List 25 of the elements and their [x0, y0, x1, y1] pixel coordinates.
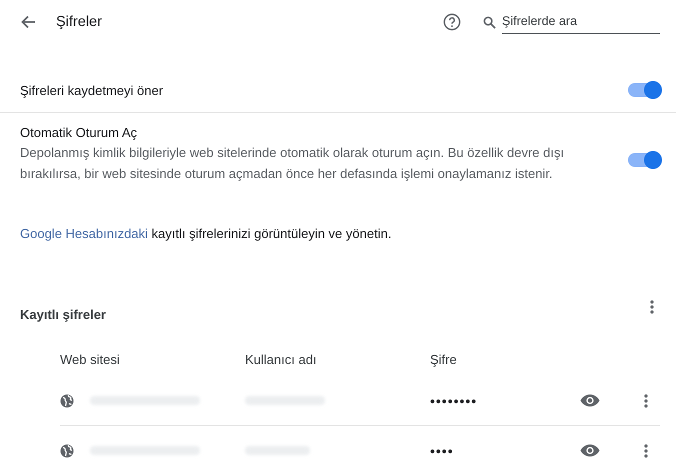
setting-description: Depolanmış kimlik bilgileriyle web sitelerinde otomatik olarak oturum açın. Bu özellik devre dışı bırakılırsa, bir web sitesinde oturum açmadan önce her defasında işlemi onaylamanız istenir.: [20, 144, 566, 183]
setting-label: Otomatik Oturum Aç: [20, 125, 138, 140]
globe-icon: [60, 444, 74, 458]
eye-icon[interactable]: [580, 394, 600, 407]
account-link[interactable]: Google Hesabınızdaki: [20, 226, 148, 241]
setting-label: Şifreleri kaydetmeyi öner: [20, 82, 164, 98]
eye-icon[interactable]: [580, 444, 600, 457]
globe-icon: [60, 394, 74, 408]
back-arrow-icon[interactable]: [20, 14, 36, 30]
column-header: Şifre: [430, 352, 457, 366]
toggle-switch[interactable]: [628, 153, 660, 167]
password-dots: ••••••••: [430, 392, 478, 408]
more-icon[interactable]: [644, 444, 648, 458]
column-header: Web sitesi: [60, 352, 121, 366]
account-note: Google Hesabınızdaki kayıtlı şifrelerinizi görüntüleyin ve yönetin.: [20, 225, 392, 243]
more-icon[interactable]: [644, 394, 648, 408]
help-icon[interactable]: [443, 13, 461, 31]
more-icon[interactable]: [650, 300, 654, 314]
section-title: Kayıtlı şifreler: [20, 306, 106, 322]
password-dots: ••••: [430, 442, 455, 458]
search-icon: [483, 16, 496, 28]
page-title: Şifreler: [56, 14, 102, 30]
search-field[interactable]: Şifrelerde ara: [502, 10, 660, 34]
column-header: Kullanıcı adı: [245, 352, 318, 366]
toggle-switch[interactable]: [628, 83, 660, 97]
